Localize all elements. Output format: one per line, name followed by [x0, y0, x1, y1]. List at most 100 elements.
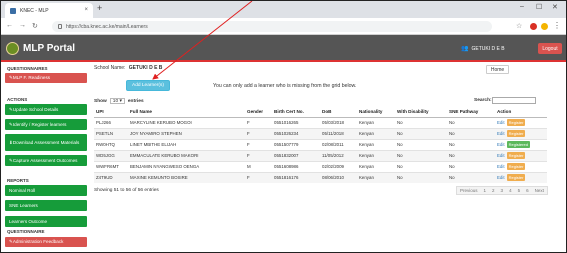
pager-page-3[interactable]: 3	[498, 188, 507, 193]
cell-action: Edit Register	[495, 127, 547, 139]
profile-avatar-icon[interactable]	[541, 23, 548, 30]
register-button[interactable]: Register	[506, 174, 526, 182]
cell-disability: No	[395, 160, 447, 172]
cell-birth-cert: 0551507779	[272, 138, 320, 150]
tab-close-icon[interactable]: ×	[84, 7, 88, 13]
pager-previous[interactable]: Previous	[457, 188, 481, 193]
cell-sne: No	[447, 149, 495, 161]
sidebar: QUESTIONNAIRES ✎ MLP F. Readiness ACTIONS…	[0, 62, 89, 253]
sidebar-item-register-learners[interactable]: ✎ Identify / Register learners	[5, 119, 87, 130]
cell-dob: 11/05/2012	[320, 149, 357, 161]
cell-gender: F	[245, 149, 272, 161]
cell-disability: No	[395, 116, 447, 128]
minimize-icon[interactable]: –	[520, 3, 524, 10]
cell-nationality: Kenyan	[357, 149, 395, 161]
sidebar-item-download-materials[interactable]: ⬇ Download Assessment Materials	[5, 134, 87, 151]
table-header-row: UPI Full Name Gender Birth Cert No. DoB …	[94, 107, 547, 118]
main-content: School Name: GETUKI D E B Home Add Learn…	[89, 62, 567, 253]
col-action[interactable]: Action	[495, 107, 547, 118]
col-birth-cert[interactable]: Birth Cert No.	[272, 107, 320, 118]
learners-table: UPI Full Name Gender Birth Cert No. DoB …	[94, 107, 547, 183]
register-button[interactable]: Register	[506, 163, 526, 170]
window-close-icon[interactable]: ✕	[552, 3, 558, 11]
pager-page-5[interactable]: 5	[515, 188, 524, 193]
table-row: RW0HTQ LINET MBITHE ELIJAH F 0551507779 02/0…	[94, 138, 547, 150]
cell-full-name: MARCYLINE KERUBO MOGOI	[128, 116, 245, 128]
section-questionnaires: QUESTIONNAIRES	[7, 66, 48, 71]
pager-page-1[interactable]: 1	[481, 188, 490, 193]
reload-icon[interactable]: ↻	[32, 22, 38, 30]
add-learner-button[interactable]: Add Learner(s)	[126, 80, 170, 91]
cell-upi: WWFR6MT	[94, 160, 128, 172]
col-full-name[interactable]: Full Name	[128, 107, 245, 118]
cell-upi: RW0HTQ	[94, 138, 128, 150]
cell-upi: PLJ266	[94, 116, 128, 128]
cell-sne: No	[447, 127, 495, 139]
edit-link[interactable]: Edit	[497, 175, 505, 180]
cell-action: Edit Register	[495, 171, 547, 183]
url-text: https://cba.knec.ac.ke/main/Learners	[66, 23, 148, 30]
entries-label: entries	[127, 98, 144, 104]
edit-link[interactable]: Edit	[497, 153, 505, 158]
pager-next[interactable]: Next	[532, 188, 547, 193]
cell-sne: No	[447, 160, 495, 172]
cell-birth-cert: 0551608986	[272, 160, 320, 172]
col-dob[interactable]: DoB	[320, 107, 357, 118]
browser-tab[interactable]: KNEC - MLP ×	[5, 3, 93, 18]
maximize-icon[interactable]: ☐	[536, 3, 542, 11]
register-button[interactable]: Register	[506, 119, 526, 126]
sidebar-item-mlp-readiness[interactable]: ✎ MLP F. Readiness	[5, 73, 87, 83]
sidebar-item-capture-outcomes[interactable]: ✎ Capture Assessment Outcomes	[5, 155, 87, 166]
col-sne[interactable]: SNE Pathway	[447, 107, 495, 118]
col-upi[interactable]: UPI	[94, 107, 128, 118]
table-info: Showing 51 to 56 of 56 entries	[94, 188, 159, 193]
search-input[interactable]	[492, 97, 536, 104]
cell-dob: 02/02/2009	[320, 160, 357, 172]
extension-icon[interactable]	[530, 23, 537, 30]
home-button[interactable]: Home	[486, 65, 509, 74]
pager-page-4[interactable]: 4	[506, 188, 515, 193]
edit-link[interactable]: Edit	[497, 131, 505, 136]
bookmark-star-icon[interactable]: ☆	[516, 22, 522, 30]
cell-sne: No	[447, 116, 495, 128]
pager-page-6[interactable]: 6	[523, 188, 532, 193]
register-button[interactable]: Register	[506, 152, 526, 159]
col-gender[interactable]: Gender	[245, 107, 272, 118]
logout-button[interactable]: Logout	[538, 43, 562, 54]
cell-birth-cert: 0551832007	[272, 149, 320, 161]
sidebar-item-learners-outcome[interactable]: Learners Outcome	[5, 216, 87, 227]
edit-link[interactable]: Edit	[497, 120, 505, 125]
page-length-select[interactable]: 10 ▾	[109, 98, 125, 104]
table-row: PSETLN JOY NYAMIRO STEPHEN F 0551026234 05/1…	[94, 127, 547, 139]
cell-nationality: Kenyan	[357, 116, 395, 128]
table-row: WD5JGG EMMACULATE KERUBO MAKORI F 055183200…	[94, 149, 547, 161]
cell-disability: No	[395, 138, 447, 150]
browser-menu-icon[interactable]: ⋮	[553, 21, 561, 30]
pager-page-2[interactable]: 2	[489, 188, 498, 193]
cell-dob: 05/11/2018	[320, 127, 357, 139]
cell-upi: WD5JGG	[94, 149, 128, 161]
register-button[interactable]: Register	[506, 130, 526, 137]
sidebar-item-sne-learners[interactable]: SNE Learners	[5, 200, 87, 211]
new-tab-icon[interactable]: +	[97, 4, 102, 13]
add-note: You can only add a learner who is missin…	[213, 83, 357, 89]
registered-badge: Registered	[506, 141, 530, 148]
cell-dob: 05/03/2018	[320, 116, 357, 128]
col-nationality[interactable]: Nationality	[357, 107, 395, 118]
pagination: Previous 1 2 3 4 5 6 Next	[456, 186, 548, 195]
col-disability[interactable]: With Disability	[395, 107, 447, 118]
table-row: WWFR6MT BENJAMIN NYANGWESO OENGA M 05516089…	[94, 160, 547, 172]
edit-link[interactable]: Edit	[497, 142, 505, 147]
sidebar-item-update-school[interactable]: ✎ Update School Details	[5, 104, 87, 115]
page-length-control: Show 10 ▾ entries	[94, 98, 144, 104]
address-bar: ← → ↻ https://cba.knec.ac.ke/main/Learne…	[0, 18, 567, 35]
edit-link[interactable]: Edit	[497, 164, 505, 169]
back-icon[interactable]: ←	[6, 22, 13, 29]
cell-action: Edit Registered	[495, 138, 547, 150]
url-input[interactable]: https://cba.knec.ac.ke/main/Learners	[52, 21, 492, 32]
school-name: GETUKI D E B	[128, 65, 163, 71]
cell-action: Edit Register	[495, 116, 547, 128]
sidebar-item-nominal-roll[interactable]: Nominal Roll	[5, 185, 87, 196]
forward-icon[interactable]: →	[19, 22, 26, 29]
sidebar-item-admin-feedback[interactable]: ✎ Administration Feedback	[5, 237, 87, 247]
